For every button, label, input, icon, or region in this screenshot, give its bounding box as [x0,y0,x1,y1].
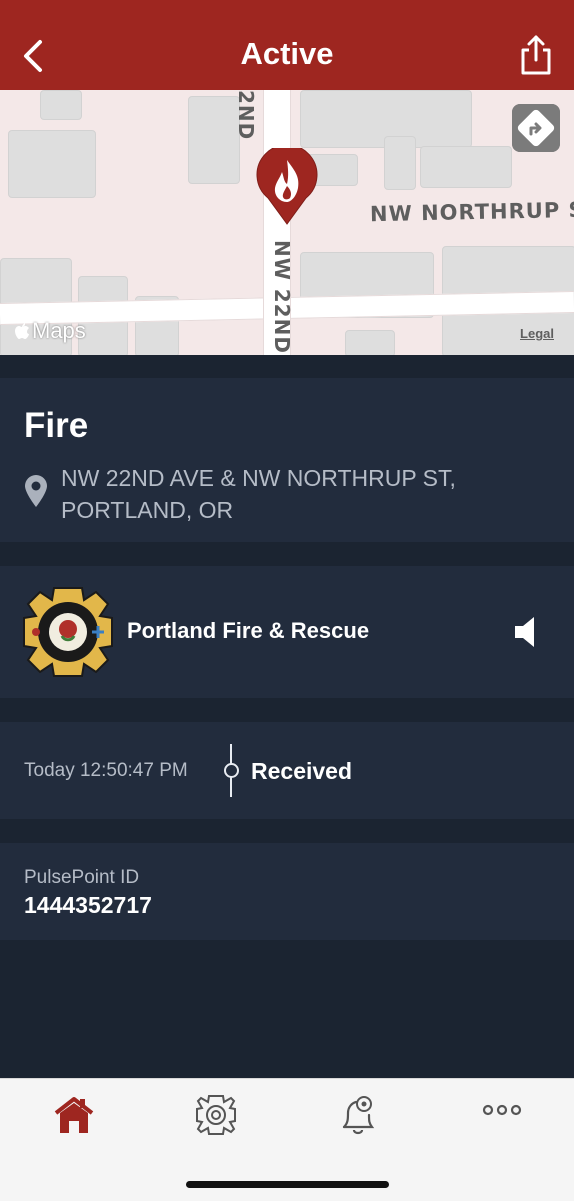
incident-type: Fire [24,406,89,445]
portland-fire-rescue-badge [23,587,113,677]
tab-bar [0,1078,574,1201]
pulsepoint-id-label: PulsePoint ID [24,867,140,888]
nav-header: Active [0,0,574,90]
legal-link[interactable]: Legal [520,326,554,341]
received-time: Today 12:50:47 PM [24,760,188,781]
location-pin-icon [25,475,47,507]
home-indicator[interactable] [186,1181,389,1188]
agency-card[interactable]: Portland Fire & Rescue [0,566,574,698]
maps-logo-text: Maps [32,318,86,343]
incident-address: NW 22ND AVE & NW NORTHRUP ST, PORTLAND, … [61,465,456,523]
incident-map[interactable]: NW NORTHRUP S 2ND NW 22ND Maps Legal [0,90,574,355]
timeline-status: Received [251,758,353,784]
page-title: Active [240,36,334,71]
share-icon[interactable] [518,34,554,76]
street-label-northrup: NW NORTHRUP S [369,197,574,227]
agency-name: Portland Fire & Rescue [127,618,370,643]
timeline-card: Today 12:50:47 PM Received [0,722,574,819]
alert-settings-icon[interactable] [336,1093,380,1137]
street-label-22nd-bottom: NW 22ND [270,240,294,354]
pulsepoint-id-value: 1444352717 [24,892,152,918]
pulsepoint-id-card: PulsePoint ID 1444352717 [0,843,574,940]
street-label-22nd-top: 2ND [234,90,258,141]
speaker-icon[interactable] [512,614,542,650]
directions-icon[interactable] [512,104,560,152]
home-icon[interactable] [52,1093,96,1137]
timeline-node [224,763,239,778]
fire-pin-icon[interactable] [254,148,320,226]
apple-maps-logo: Maps [14,318,86,344]
more-icon[interactable] [480,1093,524,1137]
incident-card: Fire NW 22ND AVE & NW NORTHRUP ST, PORTL… [0,378,574,542]
fire-department-icon[interactable] [194,1093,238,1137]
